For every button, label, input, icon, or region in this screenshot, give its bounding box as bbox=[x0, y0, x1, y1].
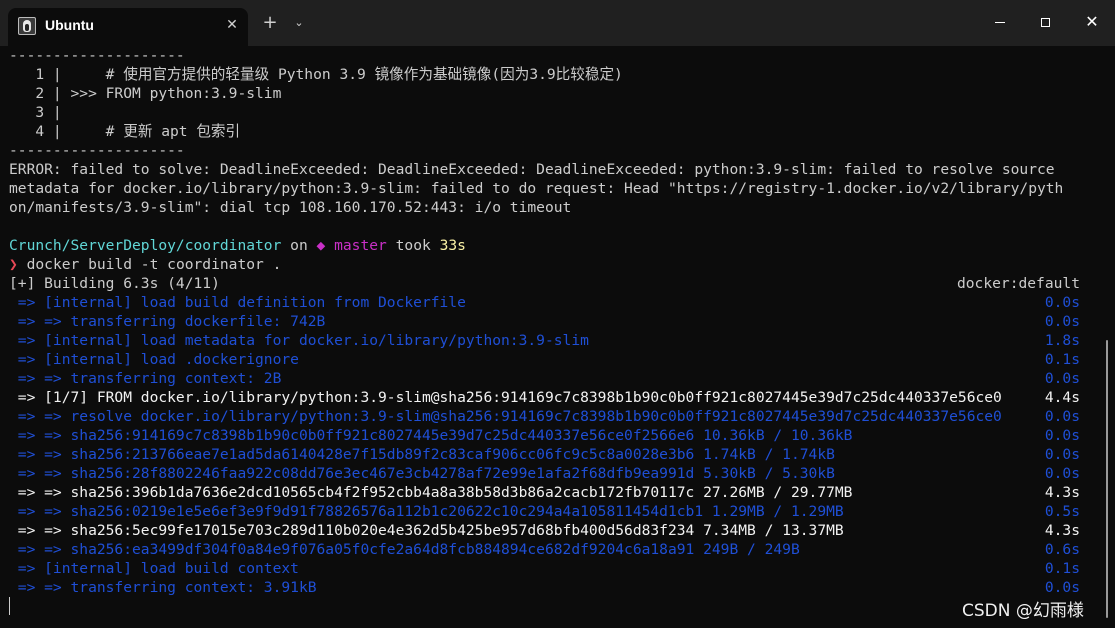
build-step-text: => [internal] load metadata for docker.i… bbox=[9, 332, 589, 349]
build-status-line: [+] Building 6.3s (4/11) docker:default bbox=[9, 274, 1101, 293]
build-step-text: => => transferring context: 2B bbox=[9, 370, 282, 387]
build-step-line: => => sha256:ea3499df304f0a84e9f076a05f0… bbox=[9, 540, 1101, 559]
build-step-time: 0.0s bbox=[1044, 313, 1080, 330]
minimize-button[interactable] bbox=[977, 8, 1023, 36]
maximize-icon bbox=[1040, 18, 1050, 27]
error-line-1: ERROR: failed to solve: DeadlineExceeded… bbox=[9, 161, 1055, 178]
command-text: docker build -t coordinator . bbox=[17, 256, 282, 273]
error-line-3: on/manifests/3.9-slim": dial tcp 108.160… bbox=[9, 199, 572, 216]
prompt-branch: master bbox=[325, 237, 387, 254]
build-step-time: 0.1s bbox=[1044, 351, 1080, 368]
prompt-took: took bbox=[386, 237, 440, 254]
build-step-text: => => sha256:213766eae7e1ad5da6140428e7f… bbox=[9, 446, 835, 463]
build-step-time: 0.0s bbox=[1044, 370, 1080, 387]
ubuntu-penguin-icon bbox=[18, 17, 36, 35]
build-step-line: => => sha256:396b1da7636e2dcd10565cb4f2f… bbox=[9, 483, 1101, 502]
build-step-line: => [1/7] FROM docker.io/library/python:3… bbox=[9, 388, 1101, 407]
build-step-line: => [internal] load .dockerignore 0.1s bbox=[9, 350, 1101, 369]
build-step-time: 0.0s bbox=[1044, 446, 1080, 463]
terminal-output[interactable]: -------------------- 1 | # 使用官方提供的轻量级 Py… bbox=[9, 46, 1101, 628]
build-step-line: => => sha256:0219e1e5e6ef3e9f9d91f788265… bbox=[9, 502, 1101, 521]
build-step-time: 0.0s bbox=[1044, 294, 1080, 311]
build-step-line: => => transferring context: 3.91kB 0.0s bbox=[9, 578, 1101, 597]
build-step-time: 0.1s bbox=[1044, 560, 1080, 577]
build-step-line: => => sha256:28f8802246faa922c08dd76e3ec… bbox=[9, 464, 1101, 483]
tab-title: Ubuntu bbox=[45, 17, 94, 33]
build-step-time: 0.0s bbox=[1044, 408, 1080, 425]
build-step-line: => => resolve docker.io/library/python:3… bbox=[9, 407, 1101, 426]
new-tab-button[interactable]: + bbox=[260, 13, 280, 33]
build-steps: => [internal] load build definition from… bbox=[9, 293, 1101, 597]
build-step-text: => => sha256:28f8802246faa922c08dd76e3ec… bbox=[9, 465, 835, 482]
build-step-time: 0.6s bbox=[1044, 541, 1080, 558]
build-step-line: => => sha256:914169c7c8398b1b90c0b0ff921… bbox=[9, 426, 1101, 445]
context-line-2: 2 | >>> FROM python:3.9-slim bbox=[9, 85, 282, 102]
prompt-line: Crunch/ServerDeploy/coordinator on ◆ mas… bbox=[9, 236, 1101, 255]
build-step-time: 0.0s bbox=[1044, 579, 1080, 596]
builder-name: docker:default bbox=[956, 275, 1080, 292]
build-step-text: => => resolve docker.io/library/python:3… bbox=[9, 408, 1002, 425]
minimize-icon bbox=[995, 22, 1005, 23]
build-step-text: => [1/7] FROM docker.io/library/python:3… bbox=[9, 389, 1002, 406]
scrollbar[interactable] bbox=[1106, 340, 1108, 618]
context-line-4: 4 | # 更新 apt 包索引 bbox=[9, 123, 241, 140]
context-line-1: 1 | # 使用官方提供的轻量级 Python 3.9 镜像作为基础镜像(因为3… bbox=[9, 66, 623, 83]
title-bar: Ubuntu ✕ + ⌄ ✕ bbox=[0, 0, 1115, 46]
build-step-time: 4.3s bbox=[1044, 522, 1080, 539]
build-step-text: => => sha256:5ec99fe17015e703c289d110b02… bbox=[9, 522, 844, 539]
prompt-duration: 33s bbox=[439, 237, 466, 254]
build-step-text: => => sha256:ea3499df304f0a84e9f076a05f0… bbox=[9, 541, 800, 558]
separator-line: -------------------- bbox=[9, 142, 185, 159]
build-step-text: => => transferring dockerfile: 742B bbox=[9, 313, 326, 330]
git-branch-icon: ◆ bbox=[316, 237, 326, 254]
prompt-path: Crunch/ServerDeploy/coordinator bbox=[9, 237, 282, 254]
build-step-time: 4.4s bbox=[1044, 389, 1080, 406]
text-cursor bbox=[9, 597, 10, 615]
build-step-time: 0.0s bbox=[1044, 427, 1080, 444]
chevron-down-icon[interactable]: ⌄ bbox=[290, 13, 308, 33]
tab-ubuntu[interactable]: Ubuntu ✕ bbox=[8, 8, 248, 46]
build-step-line: => => transferring dockerfile: 742B 0.0s bbox=[9, 312, 1101, 331]
build-step-time: 4.3s bbox=[1044, 484, 1080, 501]
build-step-time: 1.8s bbox=[1044, 332, 1080, 349]
error-line-2: metadata for docker.io/library/python:3.… bbox=[9, 180, 1064, 197]
build-step-time: 0.0s bbox=[1044, 465, 1080, 482]
build-step-text: => => transferring context: 3.91kB bbox=[9, 579, 317, 596]
prompt-on: on bbox=[281, 237, 317, 254]
watermark: CSDN @幻雨様 bbox=[962, 601, 1084, 621]
build-step-line: => [internal] load build definition from… bbox=[9, 293, 1101, 312]
maximize-button[interactable] bbox=[1022, 8, 1068, 36]
build-step-time: 0.5s bbox=[1044, 503, 1080, 520]
separator-line: -------------------- bbox=[9, 47, 185, 64]
build-step-line: => [internal] load build context 0.1s bbox=[9, 559, 1101, 578]
build-step-line: => => sha256:5ec99fe17015e703c289d110b02… bbox=[9, 521, 1101, 540]
build-step-line: => [internal] load metadata for docker.i… bbox=[9, 331, 1101, 350]
context-line-3: 3 | bbox=[9, 104, 62, 121]
close-window-button[interactable]: ✕ bbox=[1069, 8, 1115, 36]
build-step-text: => => sha256:396b1da7636e2dcd10565cb4f2f… bbox=[9, 484, 853, 501]
build-step-line: => => transferring context: 2B 0.0s bbox=[9, 369, 1101, 388]
building-text: [+] Building 6.3s (4/11) bbox=[9, 275, 220, 292]
build-step-text: => [internal] load build definition from… bbox=[9, 294, 466, 311]
cursor-line bbox=[9, 597, 1101, 616]
close-tab-icon[interactable]: ✕ bbox=[222, 15, 242, 35]
prompt-arrow-icon: ❯ bbox=[9, 256, 18, 273]
build-step-text: => [internal] load .dockerignore bbox=[9, 351, 299, 368]
close-icon: ✕ bbox=[1085, 12, 1099, 31]
build-step-text: => [internal] load build context bbox=[9, 560, 299, 577]
build-step-line: => => sha256:213766eae7e1ad5da6140428e7f… bbox=[9, 445, 1101, 464]
build-step-text: => => sha256:0219e1e5e6ef3e9f9d91f788265… bbox=[9, 503, 844, 520]
build-step-text: => => sha256:914169c7c8398b1b90c0b0ff921… bbox=[9, 427, 853, 444]
command-line: ❯ docker build -t coordinator . bbox=[9, 255, 1101, 274]
